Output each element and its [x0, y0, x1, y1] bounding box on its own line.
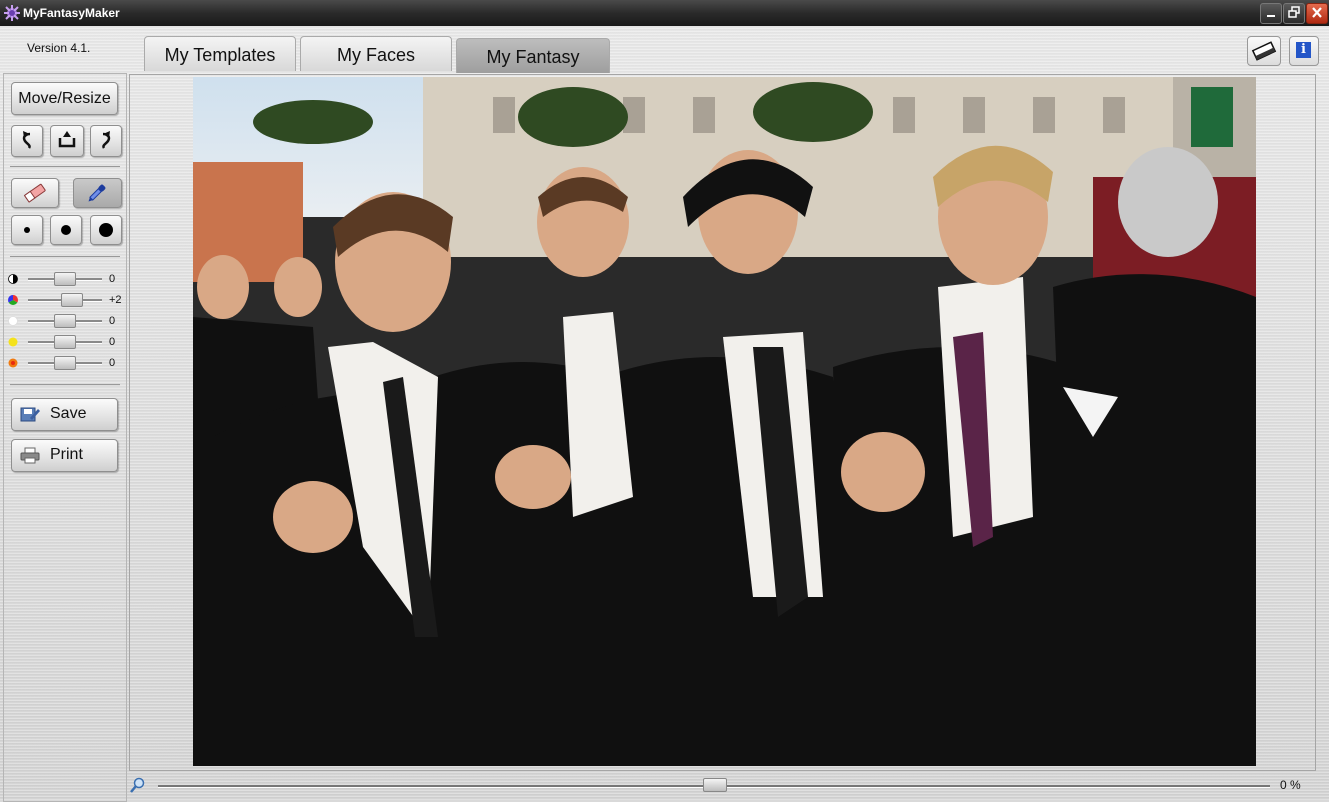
tab-my-templates[interactable]: My Templates	[144, 36, 296, 71]
contrast-slider-row: 0	[4, 271, 126, 287]
version-label: Version 4.1.	[27, 41, 91, 55]
window-title: MyFantasyMaker	[23, 6, 120, 20]
contrast-value: 0	[109, 273, 116, 285]
save-label: Save	[50, 405, 87, 422]
print-label: Print	[50, 446, 83, 463]
tab-my-faces[interactable]: My Faces	[300, 36, 452, 71]
info-button[interactable]: i	[1289, 36, 1319, 66]
yellow-value: 0	[109, 336, 116, 348]
color-wheel-icon	[8, 295, 18, 305]
brightness-slider-thumb[interactable]	[54, 314, 76, 328]
divider	[10, 384, 120, 386]
yellow-slider-thumb[interactable]	[54, 335, 76, 349]
brightness-icon	[8, 316, 18, 326]
close-icon	[1312, 7, 1322, 18]
clear-button[interactable]	[1247, 36, 1281, 66]
yellow-slider-row: 0	[4, 334, 126, 350]
tool-panel: Move/Resize 0 +2 0 0 0 Save Print	[3, 73, 127, 802]
divider	[10, 256, 120, 258]
large-dot-icon	[99, 223, 113, 237]
brush-medium-button[interactable]	[50, 215, 82, 245]
save-icon	[20, 407, 40, 422]
restore-button[interactable]	[1283, 3, 1305, 24]
dropper-tool-button[interactable]	[73, 178, 122, 208]
medium-dot-icon	[61, 225, 71, 235]
tab-my-fantasy[interactable]: My Fantasy	[456, 38, 610, 73]
move-resize-button[interactable]: Move/Resize	[11, 82, 118, 115]
warmth-slider-row: 0	[4, 355, 126, 371]
contrast-icon	[8, 274, 18, 284]
info-icon: i	[1296, 42, 1311, 58]
eraser-icon	[23, 183, 46, 203]
fantasy-photo[interactable]	[193, 77, 1256, 766]
flip-icon	[58, 131, 76, 148]
rotate-right-button[interactable]	[90, 125, 122, 157]
zoom-bar: 0 %	[0, 772, 1329, 800]
brightness-value: 0	[109, 315, 116, 327]
zoom-value: 0 %	[1280, 778, 1301, 792]
flip-button[interactable]	[50, 125, 84, 157]
restore-icon	[1288, 6, 1300, 18]
eraser-icon	[1251, 41, 1277, 61]
rotate-right-icon	[102, 131, 111, 149]
minimize-icon	[1267, 15, 1275, 17]
rotate-left-button[interactable]	[11, 125, 43, 157]
printer-icon	[20, 447, 40, 464]
saturation-value: +2	[109, 294, 122, 306]
warmth-slider-thumb[interactable]	[54, 356, 76, 370]
saturation-slider-thumb[interactable]	[61, 293, 84, 307]
saturation-slider-row: +2	[4, 292, 126, 308]
yellow-tone-icon	[8, 337, 18, 347]
title-bar: MyFantasyMaker	[0, 0, 1329, 26]
save-button[interactable]: Save	[11, 398, 118, 431]
magnifier-icon	[130, 777, 145, 793]
brush-small-button[interactable]	[11, 215, 43, 245]
print-button[interactable]: Print	[11, 439, 118, 472]
small-dot-icon	[24, 227, 30, 233]
divider	[10, 166, 120, 168]
zoom-slider-thumb[interactable]	[703, 778, 727, 792]
brightness-slider-row: 0	[4, 313, 126, 329]
minimize-button[interactable]	[1260, 3, 1282, 24]
warmth-value: 0	[109, 357, 116, 369]
app-logo-icon	[4, 5, 20, 21]
eyedropper-icon	[88, 184, 106, 202]
close-button[interactable]	[1306, 3, 1328, 24]
eraser-tool-button[interactable]	[11, 178, 59, 208]
brush-large-button[interactable]	[90, 215, 122, 245]
contrast-slider-thumb[interactable]	[54, 272, 76, 286]
warm-tone-icon	[8, 358, 18, 368]
photo-image	[193, 77, 1256, 766]
rotate-left-icon	[22, 131, 31, 149]
